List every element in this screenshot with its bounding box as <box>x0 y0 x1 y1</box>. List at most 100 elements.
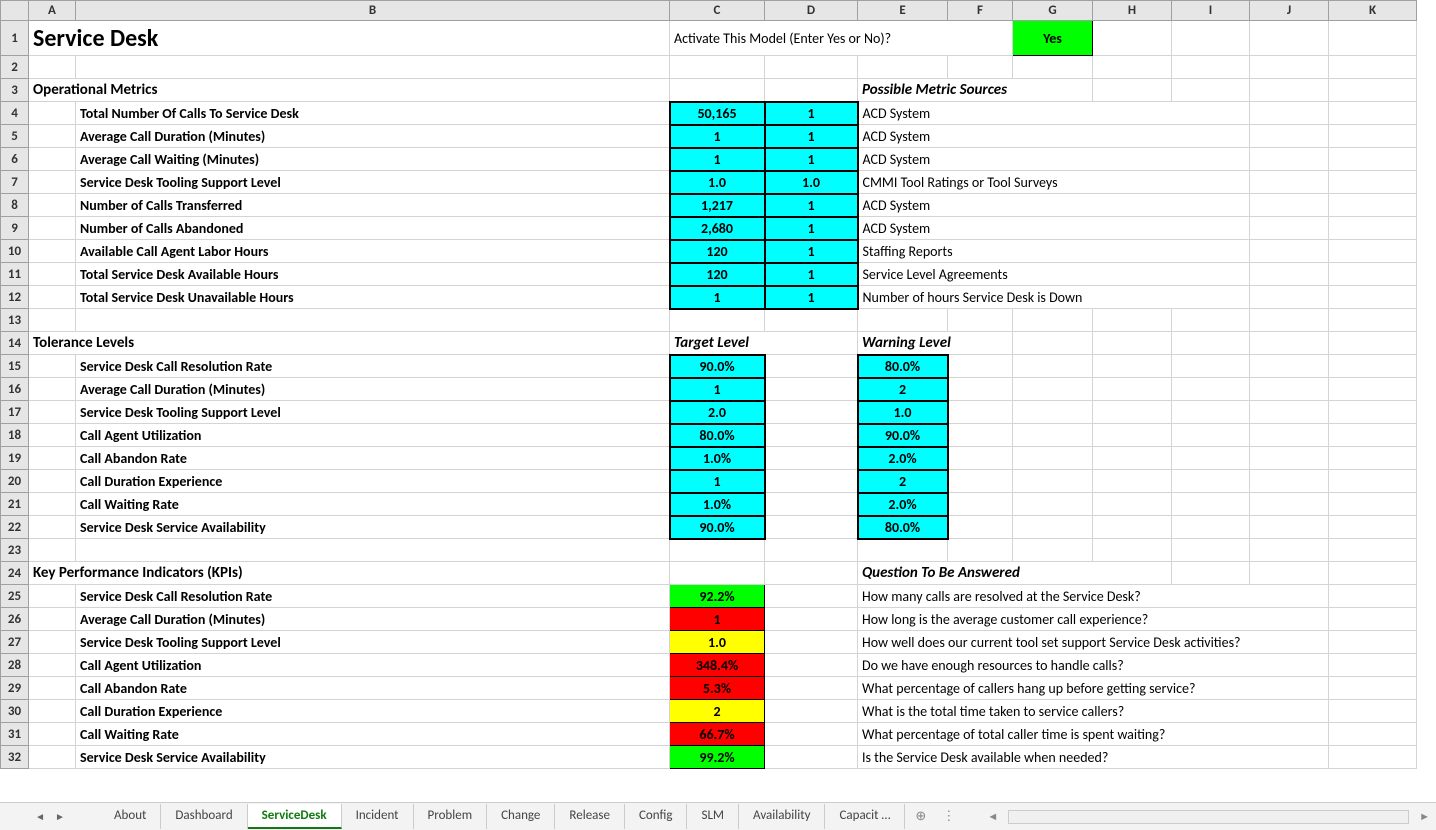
col-header-I[interactable]: I <box>1172 1 1250 21</box>
col-header-D[interactable]: D <box>765 1 858 21</box>
op-source: Staffing Reports <box>858 240 1250 263</box>
col-header-F[interactable]: F <box>948 1 1013 21</box>
activate-value[interactable]: Yes <box>1013 21 1093 56</box>
tab-about[interactable]: About <box>100 804 161 829</box>
tab-change[interactable]: Change <box>487 804 555 829</box>
tol-target[interactable]: 80.0% <box>670 424 765 447</box>
tol-label: Call Agent Utilization <box>76 424 670 447</box>
op-value-d[interactable]: 1 <box>765 102 858 125</box>
col-header-A[interactable]: A <box>29 1 76 21</box>
tol-label: Call Duration Experience <box>76 470 670 493</box>
kpi-label: Service Desk Tooling Support Level <box>76 631 670 654</box>
tab-config[interactable]: Config <box>625 804 688 829</box>
tol-label: Call Abandon Rate <box>76 447 670 470</box>
col-header-K[interactable]: K <box>1329 1 1417 21</box>
op-source: ACD System <box>858 217 1250 240</box>
op-value-c[interactable]: 1 <box>670 125 765 148</box>
op-value-c[interactable]: 1.0 <box>670 171 765 194</box>
tol-target[interactable]: 90.0% <box>670 516 765 539</box>
tab-dashboard[interactable]: Dashboard <box>161 804 247 829</box>
sheet-tabs: ◄► AboutDashboardServiceDeskIncidentProb… <box>0 802 1436 830</box>
question-header: Question To Be Answered <box>858 562 1172 585</box>
op-label: Available Call Agent Labor Hours <box>76 240 670 263</box>
col-header-C[interactable]: C <box>670 1 765 21</box>
tol-warning[interactable]: 2.0% <box>858 447 948 470</box>
tol-label: Call Waiting Rate <box>76 493 670 516</box>
tol-warning[interactable]: 1.0 <box>858 401 948 424</box>
tab-slm[interactable]: SLM <box>687 804 739 829</box>
op-value-d[interactable]: 1 <box>765 240 858 263</box>
scroll-right-icon[interactable]: ► <box>1413 810 1436 823</box>
op-value-d[interactable]: 1 <box>765 194 858 217</box>
op-value-c[interactable]: 1 <box>670 148 765 171</box>
op-label: Total Service Desk Available Hours <box>76 263 670 286</box>
corner-cell[interactable] <box>1 1 29 21</box>
tab-servicedesk[interactable]: ServiceDesk <box>248 804 342 829</box>
page-title: Service Desk <box>29 21 670 56</box>
horizontal-scrollbar[interactable] <box>1008 810 1409 824</box>
op-value-c[interactable]: 1 <box>670 286 765 309</box>
op-label: Average Call Duration (Minutes) <box>76 125 670 148</box>
op-value-d[interactable]: 1.0 <box>765 171 858 194</box>
op-value-d[interactable]: 1 <box>765 125 858 148</box>
tol-target[interactable]: 1 <box>670 470 765 493</box>
tol-warning[interactable]: 2 <box>858 378 948 401</box>
kpi-value[interactable]: 92.2% <box>670 585 765 608</box>
kpi-label: Service Desk Call Resolution Rate <box>76 585 670 608</box>
kpi-question: How many calls are resolved at the Servi… <box>858 585 1329 608</box>
kpi-label: Call Duration Experience <box>76 700 670 723</box>
section-tolerance: Tolerance Levels <box>29 332 670 355</box>
op-value-d[interactable]: 1 <box>765 217 858 240</box>
op-value-d[interactable]: 1 <box>765 148 858 171</box>
op-source: ACD System <box>858 194 1250 217</box>
tol-warning[interactable]: 2.0% <box>858 493 948 516</box>
tol-target[interactable]: 90.0% <box>670 355 765 378</box>
op-source: ACD System <box>858 125 1250 148</box>
tol-target[interactable]: 1 <box>670 378 765 401</box>
sources-header: Possible Metric Sources <box>858 79 1093 102</box>
tab-nav[interactable]: ◄► <box>0 810 100 823</box>
op-source: ACD System <box>858 102 1250 125</box>
op-value-c[interactable]: 50,165 <box>670 102 765 125</box>
col-header-G[interactable]: G <box>1013 1 1093 21</box>
tol-target[interactable]: 2.0 <box>670 401 765 424</box>
tol-warning[interactable]: 90.0% <box>858 424 948 447</box>
spreadsheet-grid[interactable]: ABCDEFGHIJK1Service DeskActivate This Mo… <box>0 0 1417 769</box>
kpi-question: How well does our current tool set suppo… <box>858 631 1329 654</box>
add-sheet-button[interactable]: ⊕ <box>905 809 936 824</box>
tab-capacit …[interactable]: Capacit … <box>825 804 905 829</box>
tol-warning[interactable]: 2 <box>858 470 948 493</box>
section-kpi: Key Performance Indicators (KPIs) <box>29 562 670 585</box>
op-value-c[interactable]: 120 <box>670 263 765 286</box>
kpi-value[interactable]: 348.4% <box>670 654 765 677</box>
tol-warning[interactable]: 80.0% <box>858 355 948 378</box>
op-value-c[interactable]: 120 <box>670 240 765 263</box>
row-header-1[interactable]: 1 <box>1 21 29 56</box>
tab-incident[interactable]: Incident <box>342 804 414 829</box>
op-source: Number of hours Service Desk is Down <box>858 286 1250 309</box>
kpi-value[interactable]: 2 <box>670 700 765 723</box>
op-label: Total Service Desk Unavailable Hours <box>76 286 670 309</box>
tol-warning[interactable]: 80.0% <box>858 516 948 539</box>
kpi-value[interactable]: 99.2% <box>670 746 765 769</box>
tab-availability[interactable]: Availability <box>739 804 825 829</box>
tol-target[interactable]: 1.0% <box>670 447 765 470</box>
op-value-d[interactable]: 1 <box>765 286 858 309</box>
kpi-value[interactable]: 66.7% <box>670 723 765 746</box>
col-header-H[interactable]: H <box>1093 1 1172 21</box>
op-value-d[interactable]: 1 <box>765 263 858 286</box>
tab-problem[interactable]: Problem <box>414 804 488 829</box>
kpi-value[interactable]: 1 <box>670 608 765 631</box>
tab-release[interactable]: Release <box>555 804 625 829</box>
op-value-c[interactable]: 1,217 <box>670 194 765 217</box>
col-header-B[interactable]: B <box>76 1 670 21</box>
warning-header: Warning Level <box>858 332 1013 355</box>
op-value-c[interactable]: 2,680 <box>670 217 765 240</box>
kpi-value[interactable]: 5.3% <box>670 677 765 700</box>
col-header-E[interactable]: E <box>858 1 948 21</box>
col-header-J[interactable]: J <box>1250 1 1329 21</box>
scroll-left-icon[interactable]: ◄ <box>981 810 1004 823</box>
kpi-question: What percentage of total caller time is … <box>858 723 1329 746</box>
kpi-value[interactable]: 1.0 <box>670 631 765 654</box>
tol-target[interactable]: 1.0% <box>670 493 765 516</box>
